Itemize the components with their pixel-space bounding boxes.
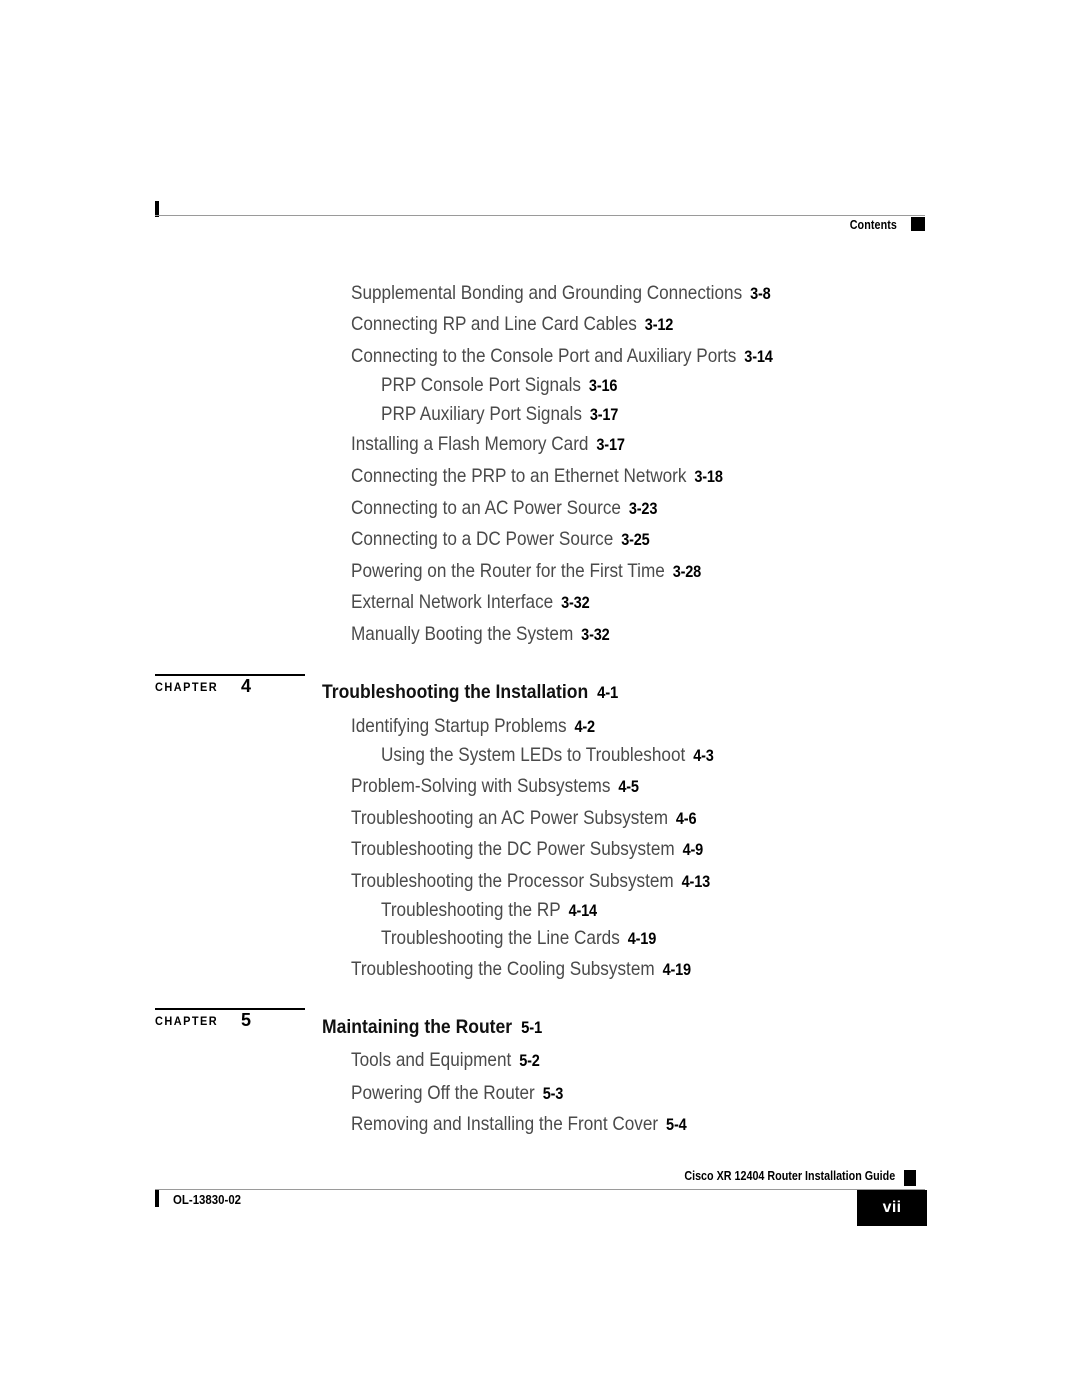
toc-entry[interactable]: Troubleshooting the Cooling Subsystem 4-1… <box>351 958 691 981</box>
chapter-title[interactable]: Troubleshooting the Installation 4-1 <box>322 681 618 704</box>
toc-entry-title: Connecting to the Console Port and Auxil… <box>351 345 737 367</box>
footer-rule <box>155 1189 925 1190</box>
toc-entry-page: 3-32 <box>561 594 590 612</box>
toc-entry-title: Manually Booting the System <box>351 623 574 645</box>
toc-entry-title: External Network Interface <box>351 591 554 613</box>
chapter-label: CHAPTER <box>155 1016 219 1028</box>
chapter-label: CHAPTER <box>155 682 219 694</box>
toc-entry-title: Troubleshooting the DC Power Subsystem <box>351 838 675 860</box>
toc-entry-page: 5-3 <box>542 1085 564 1103</box>
toc-entry-page: 3-8 <box>750 285 771 303</box>
toc-entry[interactable]: Connecting RP and Line Card Cables 3-12 <box>351 313 673 336</box>
toc-entry[interactable]: Troubleshooting the DC Power Subsystem 4-… <box>351 838 703 861</box>
chapter-rule <box>155 1008 305 1010</box>
toc-entry[interactable]: Powering Off the Router 5-3 <box>351 1082 563 1105</box>
toc-entry-title: Troubleshooting the RP <box>381 899 561 921</box>
toc-entry-page: 3-12 <box>644 316 674 334</box>
chapter-marker: CHAPTER 5 <box>155 1008 307 1038</box>
header-title: Contents <box>849 218 897 232</box>
toc-entry-page: 3-28 <box>672 563 702 581</box>
toc-entry-title: Troubleshooting the Processor Subsystem <box>351 870 674 892</box>
page-header: Contents <box>155 192 925 238</box>
toc-entry-page: 3-25 <box>621 531 650 549</box>
page-footer: Cisco XR 12404 Router Installation Guide… <box>155 1168 927 1226</box>
chapter-title-page: 5-1 <box>521 1019 543 1037</box>
black-square-marker-icon <box>904 1170 916 1186</box>
toc-entry-title: Installing a Flash Memory Card <box>351 433 589 455</box>
toc-entry-title: Connecting to an AC Power Source <box>351 497 621 519</box>
toc-entry-page: 4-13 <box>681 873 711 891</box>
toc-entry[interactable]: Troubleshooting an AC Power Subsystem 4-6 <box>351 807 697 830</box>
chapter-title[interactable]: Maintaining the Router 5-1 <box>322 1016 542 1039</box>
toc-entry[interactable]: PRP Console Port Signals 3-16 <box>381 374 617 397</box>
toc-entry-title: Identifying Startup Problems <box>351 715 567 737</box>
toc-entry[interactable]: Supplemental Bonding and Grounding Conne… <box>351 282 771 305</box>
toc-entry[interactable]: Using the System LEDs to Troubleshoot 4-3 <box>381 744 714 767</box>
chapter-title-text: Troubleshooting the Installation <box>322 681 589 703</box>
toc-entry-page: 4-19 <box>662 961 692 979</box>
toc-entry[interactable]: Troubleshooting the RP 4-14 <box>381 899 597 922</box>
toc-entry[interactable]: Connecting to the Console Port and Auxil… <box>351 345 773 368</box>
toc-entry-page: 3-17 <box>596 436 625 454</box>
toc-entry-title: Powering on the Router for the First Tim… <box>351 560 665 582</box>
toc-entry-title: Problem-Solving with Subsystems <box>351 775 611 797</box>
chapter-number: 5 <box>241 1010 252 1030</box>
chapter-title-page: 4-1 <box>597 684 619 702</box>
toc-entry-page: 4-5 <box>618 778 639 796</box>
toc-entry[interactable]: Tools and Equipment 5-2 <box>351 1049 540 1072</box>
toc-entry-title: Powering Off the Router <box>351 1082 535 1104</box>
toc-entry[interactable]: Installing a Flash Memory Card 3-17 <box>351 433 625 456</box>
toc-entry-title: Using the System LEDs to Troubleshoot <box>381 744 686 766</box>
toc-entry-title: PRP Console Port Signals <box>381 374 581 396</box>
toc-entry[interactable]: Connecting to a DC Power Source 3-25 <box>351 528 650 551</box>
toc-entry[interactable]: Connecting the PRP to an Ethernet Networ… <box>351 465 723 488</box>
toc-entry-page: 4-19 <box>627 930 657 948</box>
toc-entry-title: Connecting RP and Line Card Cables <box>351 313 637 335</box>
header-rule <box>155 215 925 216</box>
toc-entry-page: 3-23 <box>628 500 658 518</box>
toc-entry-title: Connecting to a DC Power Source <box>351 528 614 550</box>
toc-entry-page: 4-9 <box>682 841 704 859</box>
toc-entry-title: Connecting the PRP to an Ethernet Networ… <box>351 465 687 487</box>
footer-document-id: OL-13830-02 <box>173 1192 242 1207</box>
toc-entry-page: 3-18 <box>694 468 723 486</box>
toc-entry[interactable]: Powering on the Router for the First Tim… <box>351 560 701 583</box>
chapter-title-text: Maintaining the Router <box>322 1016 513 1038</box>
toc-entry-page: 3-16 <box>588 377 618 395</box>
chapter-marker: CHAPTER 4 <box>155 674 307 704</box>
toc-entry-title: Supplemental Bonding and Grounding Conne… <box>351 282 743 304</box>
toc-entry[interactable]: Problem-Solving with Subsystems 4-5 <box>351 775 639 798</box>
toc-entry-page: 4-6 <box>675 810 697 828</box>
document-page: Contents Supplemental Bonding and Ground… <box>0 0 1080 1397</box>
chapter-rule <box>155 674 305 676</box>
toc-entry-page: 4-14 <box>568 902 598 920</box>
chapter-number: 4 <box>241 676 252 696</box>
toc-entry-page: 4-3 <box>693 747 714 765</box>
footer-guide-title: Cisco XR 12404 Router Installation Guide <box>684 1169 895 1183</box>
toc-entry-page: 4-2 <box>574 718 595 736</box>
footer-left-tick-mark <box>155 1190 159 1207</box>
toc-entry-title: Troubleshooting the Line Cards <box>381 927 620 949</box>
toc-entry-title: Tools and Equipment <box>351 1049 512 1071</box>
black-square-marker-icon <box>911 217 925 231</box>
toc-entry-page: 3-14 <box>744 348 773 366</box>
toc-entry[interactable]: External Network Interface 3-32 <box>351 591 590 614</box>
page-number: vii <box>882 1199 902 1216</box>
toc-entry[interactable]: Removing and Installing the Front Cover 5… <box>351 1113 687 1136</box>
toc-entry[interactable]: Troubleshooting the Line Cards 4-19 <box>381 927 656 950</box>
toc-entry-page: 3-17 <box>589 406 619 424</box>
toc-entry-title: PRP Auxiliary Port Signals <box>381 403 582 425</box>
toc-entry-page: 5-4 <box>666 1116 687 1134</box>
toc-entry-page: 5-2 <box>519 1052 540 1070</box>
toc-entry-page: 3-32 <box>581 626 610 644</box>
toc-entry-title: Removing and Installing the Front Cover <box>351 1113 659 1135</box>
toc-entry-title: Troubleshooting the Cooling Subsystem <box>351 958 655 980</box>
toc-entry-title: Troubleshooting an AC Power Subsystem <box>351 807 668 829</box>
toc-entry[interactable]: Identifying Startup Problems 4-2 <box>351 715 595 738</box>
toc-entry[interactable]: Troubleshooting the Processor Subsystem 4… <box>351 870 710 893</box>
toc-entry[interactable]: Connecting to an AC Power Source 3-23 <box>351 497 657 520</box>
toc-entry[interactable]: PRP Auxiliary Port Signals 3-17 <box>381 403 618 426</box>
toc-entry[interactable]: Manually Booting the System 3-32 <box>351 623 610 646</box>
